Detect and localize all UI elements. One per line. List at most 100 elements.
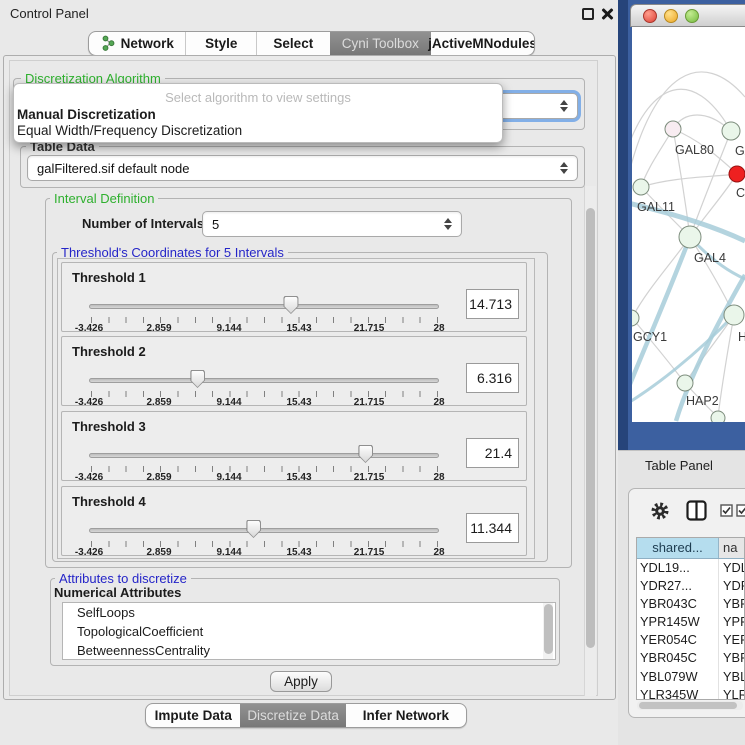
table-cell: YBL0	[719, 668, 744, 686]
column-header-shared[interactable]: shared...	[637, 538, 719, 558]
slider-scale-label: 28	[433, 472, 444, 483]
slider-scale-label: 15.43	[286, 547, 311, 558]
tab-style[interactable]: Style	[185, 32, 256, 55]
network-graph: GAL80GACGAL11GAL4GCY1HHAP2	[632, 27, 745, 422]
table-row[interactable]: YPR145WYPR1	[637, 613, 744, 631]
threshold-3-label: Threshold 3	[72, 419, 146, 434]
network-node[interactable]	[665, 121, 681, 137]
interval-definition-title: Interval Definition	[50, 191, 158, 206]
table-row[interactable]: YBL079WYBL0	[637, 668, 744, 686]
float-window-icon[interactable]	[582, 8, 594, 20]
network-node[interactable]	[722, 122, 740, 140]
network-node[interactable]	[679, 226, 701, 248]
attributes-list-scrollbar-thumb[interactable]	[544, 604, 553, 654]
threshold-4-value-field[interactable]: 11.344	[466, 513, 519, 543]
slider-scale: -3.4262.8599.14415.4321.71528	[89, 322, 439, 333]
table-cell: YDL19...	[637, 559, 719, 577]
column-header-name[interactable]: na	[719, 538, 744, 558]
table-cell: YLR345W	[637, 686, 719, 700]
network-node[interactable]	[633, 179, 649, 195]
network-node[interactable]	[677, 375, 693, 391]
slider-scale-label: 28	[433, 323, 444, 334]
tab-cyni-toolbox-label: Cyni Toolbox	[342, 36, 419, 51]
tab-infer-network-label: Infer Network	[363, 708, 449, 723]
slider-scale-label: -3.426	[75, 472, 103, 483]
tab-discretize-data-label: Discretize Data	[247, 708, 339, 723]
split-columns-icon[interactable]	[686, 500, 707, 521]
table-row[interactable]: YBR043CYBR0	[637, 595, 744, 613]
tab-select[interactable]: Select	[256, 32, 330, 55]
attribute-item[interactable]: TopologicalCoefficient	[63, 622, 555, 641]
table-data-combobox[interactable]: galFiltered.sif default node	[27, 155, 578, 181]
table-cell: YBR0	[719, 595, 744, 613]
threshold-2-slider-thumb[interactable]	[190, 370, 205, 388]
dropdown-item-equal-width-frequency[interactable]: Equal Width/Frequency Discretization	[16, 123, 502, 138]
threshold-3-slider-thumb[interactable]	[358, 445, 373, 463]
threshold-4-slider-thumb[interactable]	[246, 520, 261, 538]
network-node[interactable]	[729, 166, 745, 182]
tab-impute-data-label: Impute Data	[155, 708, 232, 723]
panel-scrollbar-thumb[interactable]	[586, 208, 595, 648]
table-row[interactable]: YDR27...YDR2	[637, 577, 744, 595]
network-node-label: HAP2	[686, 394, 719, 408]
network-node[interactable]	[724, 305, 744, 325]
table-cell: YBR0	[719, 649, 744, 667]
zoom-traffic-light-icon[interactable]	[685, 9, 699, 23]
tab-style-label: Style	[205, 36, 237, 51]
network-node[interactable]	[632, 310, 639, 326]
close-traffic-light-icon[interactable]	[643, 9, 657, 23]
attribute-item[interactable]: BetweennessCentrality	[63, 641, 555, 660]
table-cell: YBL079W	[637, 668, 719, 686]
number-of-intervals-combobox[interactable]: 5	[202, 211, 462, 237]
table-panel-title: Table Panel	[645, 458, 713, 473]
table-header-row: shared... na	[637, 538, 744, 559]
combo-arrows-icon	[444, 218, 452, 230]
attribute-item[interactable]: SelfLoops	[63, 603, 555, 622]
tab-cyni-toolbox[interactable]: Cyni Toolbox	[330, 32, 431, 55]
threshold-2-label: Threshold 2	[72, 344, 146, 359]
network-node-label: C	[736, 186, 745, 200]
slider-scale: -3.4262.8599.14415.4321.71528	[89, 546, 439, 557]
slider-scale-label: 2.859	[146, 547, 171, 558]
table-row[interactable]: YBR045CYBR0	[637, 649, 744, 667]
tab-discretize-data[interactable]: Discretize Data	[240, 704, 345, 727]
table-row[interactable]: YDL19...YDL1	[637, 559, 744, 577]
checkbox-icon[interactable]	[736, 504, 745, 517]
slider-scale-label: 15.43	[286, 472, 311, 483]
tab-impute-data[interactable]: Impute Data	[146, 704, 240, 727]
threshold-1-slider-thumb[interactable]	[283, 296, 298, 314]
threshold-3-value-field[interactable]: 21.4	[466, 438, 519, 468]
table-cell: YDR27...	[637, 577, 719, 595]
network-node-label: H	[738, 330, 745, 344]
tab-network[interactable]: Network	[89, 32, 185, 55]
algorithm-dropdown-popup: Select algorithm to view settings Manual…	[13, 83, 503, 143]
table-cell: YER0	[719, 631, 744, 649]
slider-scale: -3.4262.8599.14415.4321.71528	[89, 471, 439, 482]
slider-scale-label: 9.144	[216, 323, 241, 334]
gear-icon[interactable]	[650, 501, 670, 521]
threshold-2-value-field[interactable]: 6.316	[466, 363, 519, 393]
threshold-4-row: Threshold 4 -3.4262.8599.14415.4321.7152…	[61, 486, 527, 556]
tab-infer-network[interactable]: Infer Network	[346, 704, 466, 727]
table-body: YDL19...YDL1YDR27...YDR2YBR043CYBR0YPR14…	[637, 559, 744, 700]
network-window-titlebar[interactable]	[630, 4, 745, 27]
dropdown-item-manual-discretization[interactable]: Manual Discretization	[16, 107, 502, 122]
slider-scale-label: 15.43	[286, 323, 311, 334]
slider-scale-label: 28	[433, 397, 444, 408]
tab-jactivemnodules[interactable]: jActiveMNodules	[431, 32, 534, 55]
threshold-2-row: Threshold 2 -3.4262.8599.14415.4321.7152…	[61, 336, 527, 406]
network-view-canvas[interactable]: GAL80GACGAL11GAL4GCY1HHAP2	[632, 27, 745, 422]
apply-button[interactable]: Apply	[270, 671, 332, 692]
checkbox-icon[interactable]	[720, 504, 733, 517]
table-cell: YPR145W	[637, 613, 719, 631]
table-row[interactable]: YER054CYER0	[637, 631, 744, 649]
close-icon[interactable]	[601, 8, 613, 20]
combo-arrows-icon	[560, 100, 568, 112]
slider-scale-label: 9.144	[216, 472, 241, 483]
minimize-traffic-light-icon[interactable]	[664, 9, 678, 23]
network-node[interactable]	[711, 411, 725, 422]
top-tab-bar: Network Style Select Cyni Toolbox jActiv…	[88, 31, 535, 56]
table-horizontal-scrollbar-thumb[interactable]	[639, 702, 737, 709]
table-row[interactable]: YLR345WYLR3	[637, 686, 744, 700]
threshold-1-value-field[interactable]: 14.713	[466, 289, 519, 319]
